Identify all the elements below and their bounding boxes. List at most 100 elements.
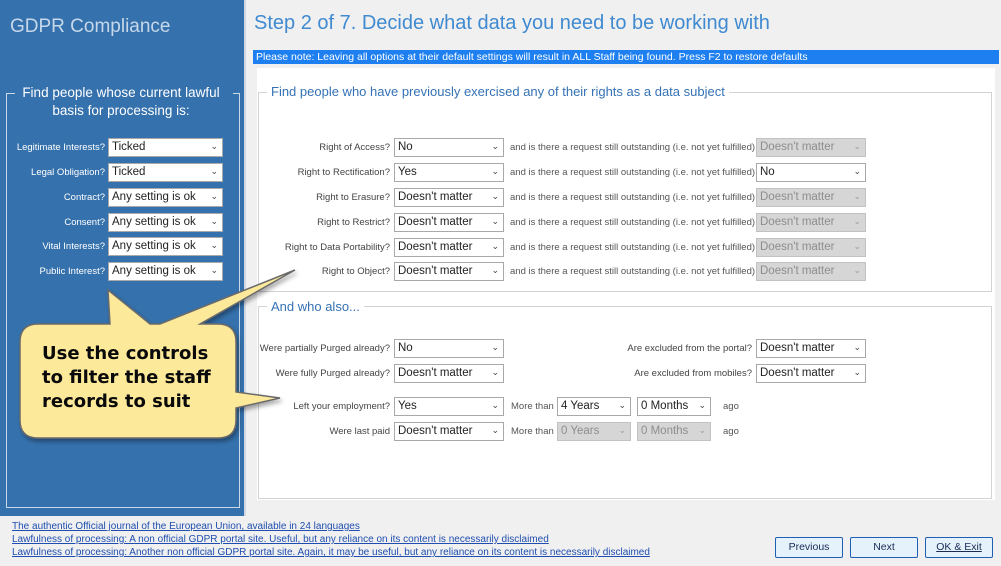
chevron-down-icon: ⌄ [210, 166, 218, 176]
chevron-down-icon: ⌄ [210, 191, 218, 201]
more-than-label: More than [511, 426, 554, 437]
contract-select[interactable]: Any setting is ok ⌄ [108, 188, 223, 207]
right-to-rectification-select[interactable]: Yes ⌄ [394, 163, 504, 182]
chevron-down-icon: ⌄ [618, 400, 626, 410]
lawful-basis-heading: Find people whose current lawful basis f… [22, 85, 220, 118]
step-title: Step 2 of 7. Decide what data you need t… [254, 12, 770, 34]
defaults-note: Please note: Leaving all options at thei… [253, 50, 999, 64]
chevron-down-icon: ⌄ [853, 166, 861, 176]
consent-select[interactable]: Any setting is ok ⌄ [108, 213, 223, 232]
right-to-data-portability-select[interactable]: Doesn't matter ⌄ [394, 238, 504, 257]
object-outstanding-select: Doesn't matter ⌄ [756, 262, 866, 281]
chevron-down-icon: ⌄ [491, 141, 499, 151]
chevron-down-icon: ⌄ [853, 191, 861, 201]
lawful-basis-row: Public Interest? Any setting is ok ⌄ [4, 262, 240, 282]
chevron-down-icon: ⌄ [491, 265, 499, 275]
rights-group-title: Find people who have previously exercise… [267, 84, 729, 99]
outstanding-label: and is there a request still outstanding… [510, 192, 756, 203]
chevron-down-icon: ⌄ [491, 241, 499, 251]
restrict-outstanding-select: Doesn't matter ⌄ [756, 213, 866, 232]
chevron-down-icon: ⌄ [491, 166, 499, 176]
fully-purged-select[interactable]: Doesn't matter ⌄ [394, 364, 504, 383]
chevron-down-icon: ⌄ [853, 241, 861, 251]
right-to-restrict-select[interactable]: Doesn't matter ⌄ [394, 213, 504, 232]
outstanding-label: and is there a request still outstanding… [510, 167, 756, 178]
app-title: GDPR Compliance [10, 16, 171, 37]
excluded-mobiles-select[interactable]: Doesn't matter ⌄ [756, 364, 866, 383]
ago-label: ago [723, 426, 739, 437]
previous-button[interactable]: Previous [775, 537, 843, 558]
chevron-down-icon: ⌄ [210, 141, 218, 151]
lawful-basis-row: Legitimate Interests? Ticked ⌄ [4, 138, 240, 158]
right-label: Right to Data Portability? [284, 242, 390, 253]
outstanding-label: and is there a request still outstanding… [510, 266, 756, 277]
chevron-down-icon: ⌄ [491, 342, 499, 352]
paid-months-select: 0 Months ⌄ [637, 422, 711, 441]
legal-obligation-select[interactable]: Ticked ⌄ [108, 163, 223, 182]
chevron-down-icon: ⌄ [491, 400, 499, 410]
lawful-basis-label: Consent? [64, 217, 105, 228]
right-to-object-select[interactable]: Doesn't matter ⌄ [394, 262, 504, 281]
right-label: Right to Rectification? [297, 167, 390, 178]
excluded-portal-label: Are excluded from the portal? [627, 343, 752, 354]
lawful-basis-label: Public Interest? [39, 266, 105, 277]
excluded-mobiles-label: Are excluded from mobiles? [634, 368, 752, 379]
last-paid-select[interactable]: Doesn't matter ⌄ [394, 422, 504, 441]
erasure-outstanding-select: Doesn't matter ⌄ [756, 188, 866, 207]
vital-interests-select[interactable]: Any setting is ok ⌄ [108, 237, 223, 256]
right-of-access-select[interactable]: No ⌄ [394, 138, 504, 157]
lawful-basis-row: Vital Interests? Any setting is ok ⌄ [4, 237, 240, 257]
outstanding-label: and is there a request still outstanding… [510, 242, 756, 253]
partially-purged-select[interactable]: No ⌄ [394, 339, 504, 358]
excluded-portal-select[interactable]: Doesn't matter ⌄ [756, 339, 866, 358]
right-label: Right to Object? [321, 266, 390, 277]
next-button[interactable]: Next [850, 537, 918, 558]
public-interest-select[interactable]: Any setting is ok ⌄ [108, 262, 223, 281]
lawful-basis-label: Legal Obligation? [31, 167, 105, 178]
chevron-down-icon: ⌄ [618, 425, 626, 435]
lawful-basis-row: Consent? Any setting is ok ⌄ [4, 213, 240, 233]
chevron-down-icon: ⌄ [210, 240, 218, 250]
left-years-select[interactable]: 4 Years ⌄ [557, 397, 631, 416]
chevron-down-icon: ⌄ [491, 367, 499, 377]
gdpr-portal-link[interactable]: Lawfulness of processing: A non official… [12, 534, 549, 545]
eu-journal-link[interactable]: The authentic Official journal of the Eu… [12, 521, 360, 532]
sidebar: GDPR Compliance Find people whose curren… [0, 0, 246, 516]
outstanding-label: and is there a request still outstanding… [510, 142, 756, 153]
outstanding-label: and is there a request still outstanding… [510, 217, 756, 228]
lawful-basis-row: Contract? Any setting is ok ⌄ [4, 188, 240, 208]
last-paid-label: Were last paid [329, 426, 390, 437]
left-employment-select[interactable]: Yes ⌄ [394, 397, 504, 416]
also-group-title: And who also... [267, 299, 364, 314]
lawful-basis-label: Contract? [63, 192, 105, 203]
fully-purged-label: Were fully Purged already? [275, 368, 390, 379]
legitimate-interests-select[interactable]: Ticked ⌄ [108, 138, 223, 157]
lawful-basis-label: Vital Interests? [42, 241, 105, 252]
ok-exit-button[interactable]: OK & Exit [925, 537, 993, 558]
lawful-basis-label: Legitimate Interests? [16, 142, 105, 153]
portability-outstanding-select: Doesn't matter ⌄ [756, 238, 866, 257]
chevron-down-icon: ⌄ [698, 425, 706, 435]
right-label: Right to Erasure? [316, 192, 390, 203]
partially-purged-label: Were partially Purged already? [259, 343, 390, 354]
chevron-down-icon: ⌄ [491, 216, 499, 226]
chevron-down-icon: ⌄ [853, 141, 861, 151]
gdpr-portal-alt-link[interactable]: Lawfulness of processing: Another non of… [12, 547, 650, 558]
chevron-down-icon: ⌄ [853, 216, 861, 226]
access-outstanding-select: Doesn't matter ⌄ [756, 138, 866, 157]
chevron-down-icon: ⌄ [491, 191, 499, 201]
right-label: Right to Restrict? [317, 217, 390, 228]
chevron-down-icon: ⌄ [853, 367, 861, 377]
right-label: Right of Access? [319, 142, 390, 153]
more-than-label: More than [511, 401, 554, 412]
chevron-down-icon: ⌄ [853, 265, 861, 275]
left-months-select[interactable]: 0 Months ⌄ [637, 397, 711, 416]
lawful-basis-row: Legal Obligation? Ticked ⌄ [4, 163, 240, 183]
right-to-erasure-select[interactable]: Doesn't matter ⌄ [394, 188, 504, 207]
ago-label: ago [723, 401, 739, 412]
callout-text: Use the controls to filter the staff rec… [42, 343, 211, 412]
left-employment-label: Left your employment? [293, 401, 390, 412]
chevron-down-icon: ⌄ [210, 216, 218, 226]
rectification-outstanding-select[interactable]: No ⌄ [756, 163, 866, 182]
chevron-down-icon: ⌄ [853, 342, 861, 352]
